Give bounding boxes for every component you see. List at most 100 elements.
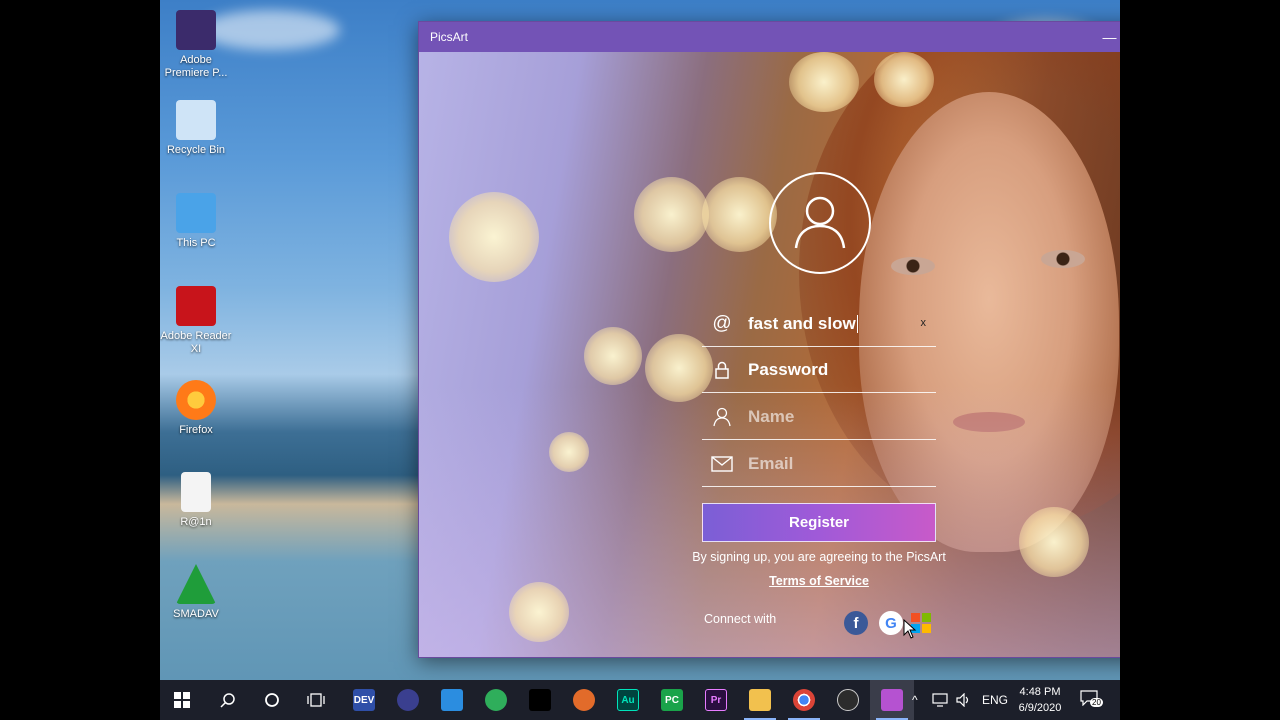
bokeh-light [634,177,709,252]
cortana-icon [265,693,279,707]
eclipse-icon [397,689,419,711]
start-button[interactable] [160,680,204,720]
password-input[interactable]: Password [748,360,828,380]
taskbar-app-vscode[interactable] [430,680,474,720]
desktop-icon-label: Adobe Premiere P... [164,54,228,79]
window-title: PicsArt [430,30,469,44]
taskbar-app[interactable] [386,680,430,720]
desktop-icon-label: Firefox [179,424,213,436]
clear-button[interactable]: x [921,317,927,329]
premiere-icon [176,10,216,50]
volume-icon[interactable] [956,680,972,720]
bokeh-light [549,432,589,472]
taskbar: DEV Au PC Pr ^ ENG 4:48 PM 6/9/2020 20 [160,680,1120,720]
show-hidden-icons-button[interactable]: ^ [912,680,918,720]
desktop-icon-label: R@1n [180,516,212,528]
cortana-button[interactable] [250,680,294,720]
name-field[interactable]: Name [702,394,936,440]
register-button[interactable]: Register [702,503,936,542]
username-value: fast and slow [748,313,856,333]
terms-text: By signing up, you are agreeing to the P… [692,550,946,564]
desktop-icon-adobe-reader[interactable]: Adobe Reader XI [160,286,232,356]
bokeh-light [449,192,539,282]
obs-icon [837,689,859,711]
desktop-icon-recycle-bin[interactable]: Recycle Bin [160,100,232,157]
computer-icon [176,193,216,233]
desktop-icon-smadav[interactable]: SMADAV [160,564,232,621]
language-indicator[interactable]: ENG [982,680,1008,720]
dev-app-icon: DEV [353,689,375,711]
taskbar-app-audition[interactable]: Au [606,680,650,720]
username-field[interactable]: @ fast and slow x [702,301,936,347]
taskbar-app-unity[interactable] [518,680,562,720]
bokeh-light [702,177,777,252]
at-icon: @ [712,312,732,334]
desktop-icon-file[interactable]: R@1n [160,472,232,529]
unity-icon [529,689,551,711]
network-icon[interactable] [932,680,948,720]
desktop-icon-label: Adobe Reader XI [160,330,232,355]
taskbar-app-chrome[interactable] [782,680,826,720]
adobe-reader-icon [176,286,216,326]
gitkraken-icon [485,689,507,711]
user-icon [794,196,846,249]
task-view-button[interactable] [294,680,338,720]
mail-icon [702,455,742,472]
mouse-cursor-icon [903,619,917,639]
folder-icon [749,689,771,711]
picsart-icon [881,689,903,711]
clock[interactable]: 4:48 PM 6/9/2020 [1010,684,1070,716]
clock-date: 6/9/2020 [1018,702,1062,714]
desktop-icon-label: Recycle Bin [166,144,226,156]
taskbar-app-picsart[interactable] [870,680,914,720]
taskbar-app-obs[interactable] [826,680,870,720]
desktop-icon-firefox[interactable]: Firefox [160,380,232,437]
password-field[interactable]: Password [702,347,936,393]
jupyter-icon [573,689,595,711]
taskbar-app-file-explorer[interactable] [738,680,782,720]
lock-icon [702,361,742,379]
register-page: @ fast and slow x Password Name Email Re… [419,52,1120,657]
search-button[interactable] [206,680,250,720]
desktop: Adobe Premiere P... Recycle Bin This PC … [160,0,1120,720]
minimize-button[interactable]: — [1088,22,1120,52]
bokeh-light [874,52,934,107]
person-icon [702,407,742,427]
windows-icon [174,692,190,708]
google-icon[interactable]: G [879,611,903,635]
picsart-window: PicsArt — ☐ ✕ [418,21,1120,658]
taskbar-app-dev[interactable]: DEV [342,680,386,720]
desktop-icon-label: This PC [176,237,216,249]
taskbar-app-pycharm[interactable]: PC [650,680,694,720]
pycharm-icon: PC [661,689,683,711]
connect-label: Connect with [704,612,777,626]
notification-count-badge: 20 [1090,698,1103,707]
email-input[interactable]: Email [748,454,793,474]
taskbar-app[interactable] [562,680,606,720]
desktop-icon-label: SMADAV [173,608,219,620]
recycle-bin-icon [176,100,216,140]
email-field[interactable]: Email [702,441,936,487]
chrome-icon [793,689,815,711]
title-bar[interactable]: PicsArt — ☐ ✕ [419,22,1120,52]
action-center-button[interactable]: 20 [1080,690,1103,710]
bokeh-light [584,327,642,385]
avatar[interactable] [769,172,871,274]
text-caret [856,315,858,334]
chevron-up-icon: ^ [912,693,918,707]
clock-time: 4:48 PM [1019,686,1061,698]
task-view-icon [307,693,325,707]
name-input[interactable]: Name [748,407,794,427]
smadav-icon [176,564,216,604]
desktop-icon-premiere[interactable]: Adobe Premiere P... [160,10,232,80]
facebook-icon[interactable]: f [844,611,868,635]
vscode-icon [441,689,463,711]
taskbar-app-premiere[interactable]: Pr [694,680,738,720]
bokeh-light [1019,507,1089,577]
taskbar-app[interactable] [474,680,518,720]
search-icon [220,693,235,708]
bokeh-light [509,582,569,642]
desktop-icon-this-pc[interactable]: This PC [160,193,232,250]
terms-of-service-link[interactable]: Terms of Service [759,574,879,588]
username-input[interactable]: fast and slow [748,314,858,334]
